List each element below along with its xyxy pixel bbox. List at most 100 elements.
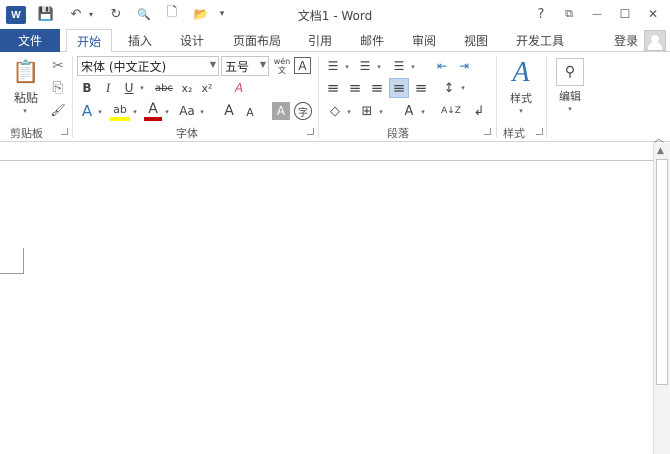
superscript-icon[interactable]: x² <box>198 79 216 97</box>
title-bar: W 💾 ↶ ▾ ↻ 🔍 🗋 📂 ▾ 文档1 - Word ? ⧉ — ☐ ✕ <box>0 0 670 29</box>
scroll-up-icon[interactable]: ▲ <box>657 146 664 156</box>
increase-indent-icon[interactable]: ⇥ <box>454 57 474 75</box>
decrease-indent-icon[interactable]: ⇤ <box>432 57 452 75</box>
sort-icon[interactable]: A↓Z <box>440 102 462 120</box>
avatar[interactable] <box>644 30 666 51</box>
chinese-layout-icon[interactable]: A <box>400 102 418 120</box>
binoculars-icon[interactable]: ⚲ <box>556 58 584 86</box>
ribbon: 📋 粘贴 ▾ ✂ ⎘ 🖌 剪贴板 宋体 (中文正文) ▼ 五号 ▼ wén 文 … <box>0 52 670 145</box>
bold-icon[interactable]: B <box>79 79 95 97</box>
styles-dropdown-icon[interactable]: ▾ <box>517 106 525 116</box>
paragraph-launcher-icon[interactable] <box>484 128 491 135</box>
page-top-edge <box>0 160 653 161</box>
styles-group-label: 样式 <box>503 127 525 140</box>
scrollbar-thumb[interactable] <box>656 159 668 385</box>
tab-insert[interactable]: 插入 <box>120 29 160 52</box>
multilevel-dropdown-icon[interactable]: ▾ <box>409 62 417 72</box>
shading-dropdown-icon[interactable]: ▾ <box>345 107 353 117</box>
align-right-icon[interactable]: ≡ <box>368 79 386 97</box>
paste-dropdown-icon[interactable]: ▾ <box>20 106 30 116</box>
tab-mailings[interactable]: 邮件 <box>352 29 392 52</box>
font-size-value: 五号 <box>225 59 250 74</box>
vertical-scrollbar[interactable]: ▲ <box>653 143 670 454</box>
editing-dropdown-icon[interactable]: ▾ <box>566 104 574 114</box>
enclose-characters-icon[interactable]: 字 <box>294 102 312 120</box>
minimize-button[interactable]: — <box>584 4 610 24</box>
show-formatting-marks-icon[interactable]: ↲ <box>470 102 488 120</box>
group-separator <box>72 56 73 138</box>
center-icon[interactable]: ≡ <box>346 79 364 97</box>
phonetic-guide-icon[interactable]: wén 文 <box>272 55 292 77</box>
styles-button[interactable]: 样式 <box>504 90 538 106</box>
clipboard-group-label: 剪贴板 <box>10 127 43 140</box>
tab-review[interactable]: 审阅 <box>404 29 444 52</box>
strikethrough-icon[interactable]: abc <box>152 79 176 97</box>
multilevel-list-icon[interactable]: ☰ <box>390 57 408 75</box>
underline-icon[interactable]: U <box>121 79 137 97</box>
underline-dropdown-icon[interactable]: ▾ <box>138 83 146 93</box>
justify-icon[interactable]: ≡ <box>389 78 409 98</box>
font-name-value: 宋体 (中文正文) <box>81 59 167 74</box>
align-left-icon[interactable]: ≡ <box>324 79 342 97</box>
close-button[interactable]: ✕ <box>640 4 666 24</box>
margin-corner-mark <box>0 248 24 274</box>
tab-page-layout[interactable]: 页面布局 <box>226 29 288 52</box>
styles-icon[interactable]: A <box>506 56 536 90</box>
font-color-dropdown-icon[interactable]: ▾ <box>163 107 171 117</box>
numbering-dropdown-icon[interactable]: ▾ <box>375 62 383 72</box>
font-size-combo[interactable]: 五号 ▼ <box>221 56 269 76</box>
character-shading-icon[interactable]: A <box>272 102 290 120</box>
character-border-icon[interactable]: A <box>294 57 311 74</box>
ribbon-tabs: 文件 开始 插入 设计 页面布局 引用 邮件 审阅 视图 开发工具 登录 <box>0 29 670 53</box>
chevron-down-icon: ▼ <box>259 60 266 69</box>
borders-icon[interactable]: ⊞ <box>358 102 376 120</box>
bullets-icon[interactable]: ☰ <box>324 57 342 75</box>
format-painter-icon[interactable]: 🖌 <box>48 100 68 120</box>
group-separator <box>546 56 547 138</box>
paragraph-group-label: 段落 <box>387 127 409 140</box>
tab-file[interactable]: 文件 <box>0 29 60 52</box>
font-group-label: 字体 <box>176 127 198 140</box>
tab-design[interactable]: 设计 <box>172 29 212 52</box>
borders-dropdown-icon[interactable]: ▾ <box>377 107 385 117</box>
numbering-icon[interactable]: ☰ <box>356 57 374 75</box>
styles-launcher-icon[interactable] <box>536 128 543 135</box>
chinese-layout-dropdown-icon[interactable]: ▾ <box>419 107 427 117</box>
shading-icon[interactable]: ◇ <box>326 102 344 120</box>
paste-button[interactable]: 粘贴 <box>8 90 44 105</box>
line-spacing-dropdown-icon[interactable]: ▾ <box>459 83 467 93</box>
highlight-icon[interactable]: ab <box>110 101 130 121</box>
clipboard-launcher-icon[interactable] <box>61 128 68 135</box>
bullets-dropdown-icon[interactable]: ▾ <box>343 62 351 72</box>
help-button[interactable]: ? <box>528 4 554 24</box>
cut-icon[interactable]: ✂ <box>48 56 68 76</box>
highlight-dropdown-icon[interactable]: ▾ <box>131 107 139 117</box>
maximize-button[interactable]: ☐ <box>612 4 638 24</box>
group-separator <box>318 56 319 138</box>
font-name-combo[interactable]: 宋体 (中文正文) ▼ <box>77 56 219 76</box>
subscript-icon[interactable]: x₂ <box>178 79 196 97</box>
italic-icon[interactable]: I <box>100 79 116 97</box>
ribbon-display-options-button[interactable]: ⧉ <box>556 4 582 24</box>
font-color-icon[interactable]: A <box>144 101 162 121</box>
signin-link[interactable]: 登录 <box>608 29 644 52</box>
change-case-icon[interactable]: Aa <box>177 101 197 121</box>
text-effects-icon[interactable]: A <box>79 101 95 121</box>
document-canvas[interactable] <box>0 143 653 454</box>
clear-formatting-icon[interactable]: A <box>230 79 248 97</box>
chevron-down-icon: ▼ <box>209 60 216 69</box>
tab-developer[interactable]: 开发工具 <box>508 29 572 52</box>
shrink-font-icon[interactable]: A <box>242 103 258 121</box>
tab-home[interactable]: 开始 <box>66 29 112 53</box>
tab-references[interactable]: 引用 <box>300 29 340 52</box>
copy-icon[interactable]: ⎘ <box>48 78 68 98</box>
distributed-icon[interactable]: ≡ <box>412 79 430 97</box>
paste-icon[interactable]: 📋 <box>10 58 42 86</box>
grow-font-icon[interactable]: A <box>220 101 238 121</box>
font-launcher-icon[interactable] <box>307 128 314 135</box>
tab-view[interactable]: 视图 <box>456 29 496 52</box>
line-spacing-icon[interactable]: ↕ <box>440 79 458 97</box>
change-case-dropdown-icon[interactable]: ▾ <box>198 107 206 117</box>
editing-button[interactable]: 编辑 <box>552 88 588 104</box>
text-effects-dropdown-icon[interactable]: ▾ <box>96 107 104 117</box>
